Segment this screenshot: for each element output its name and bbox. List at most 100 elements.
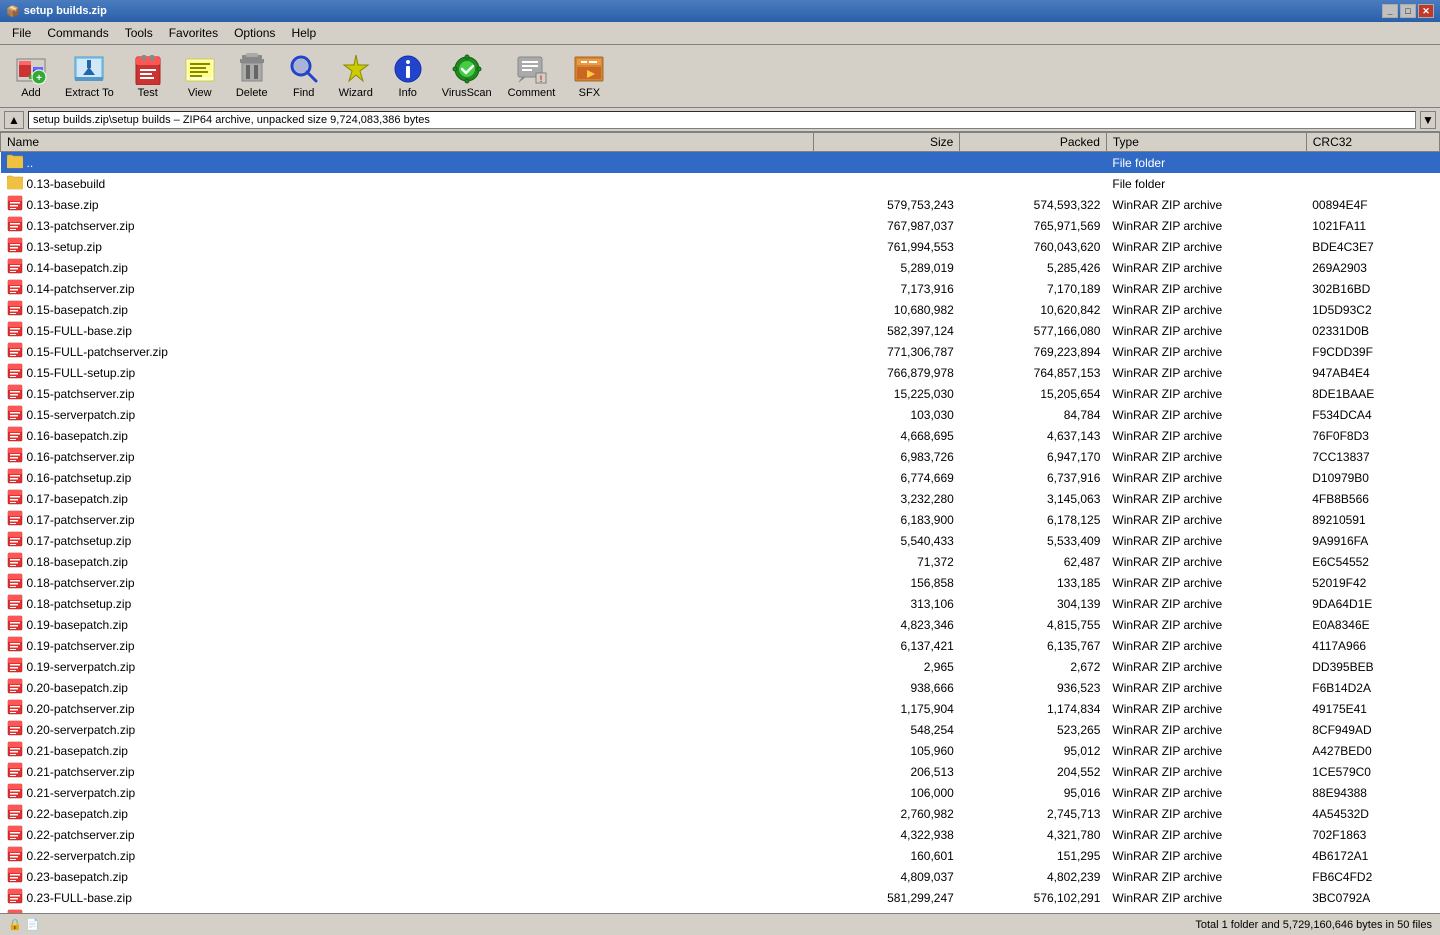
file-type: WinRAR ZIP archive [1106, 425, 1306, 446]
file-size: 579,753,243 [813, 194, 960, 215]
file-type: WinRAR ZIP archive [1106, 509, 1306, 530]
table-row[interactable]: 0.18-patchserver.zip156,858133,185WinRAR… [1, 572, 1440, 593]
file-packed: 151,295 [960, 845, 1107, 866]
file-name-cell: 0.16-patchserver.zip [1, 446, 814, 467]
wizard-button[interactable]: Wizard [331, 49, 381, 103]
file-size: 2,965 [813, 656, 960, 677]
minimize-button[interactable]: _ [1382, 4, 1398, 18]
column-type[interactable]: Type [1106, 133, 1306, 152]
test-label: Test [138, 87, 158, 99]
zip-icon [7, 531, 23, 550]
table-row[interactable]: 0.20-patchserver.zip1,175,9041,174,834Wi… [1, 698, 1440, 719]
file-name-text: 0.16-patchserver.zip [27, 450, 135, 464]
title-bar-controls[interactable]: _ □ ✕ [1382, 4, 1434, 18]
table-row[interactable]: 0.17-basepatch.zip3,232,2803,145,063WinR… [1, 488, 1440, 509]
table-row[interactable]: ..File folder [1, 152, 1440, 174]
menu-favorites[interactable]: Favorites [161, 24, 226, 42]
view-button[interactable]: View [175, 49, 225, 103]
table-row[interactable]: 0.22-basepatch.zip2,760,9822,745,713WinR… [1, 803, 1440, 824]
file-type: WinRAR ZIP archive [1106, 194, 1306, 215]
table-row[interactable]: 0.13-setup.zip761,994,553760,043,620WinR… [1, 236, 1440, 257]
table-row[interactable]: 0.15-serverpatch.zip103,03084,784WinRAR … [1, 404, 1440, 425]
file-type: WinRAR ZIP archive [1106, 719, 1306, 740]
zip-icon [7, 867, 23, 886]
folder-icon [7, 174, 23, 193]
close-button[interactable]: ✕ [1418, 4, 1434, 18]
menu-help[interactable]: Help [283, 24, 324, 42]
table-row[interactable]: 0.21-patchserver.zip206,513204,552WinRAR… [1, 761, 1440, 782]
file-crc: E0A8346E [1306, 614, 1439, 635]
table-row[interactable]: 0.16-patchserver.zip6,983,7266,947,170Wi… [1, 446, 1440, 467]
table-row[interactable]: 0.22-patchserver.zip4,322,9384,321,780Wi… [1, 824, 1440, 845]
file-type: WinRAR ZIP archive [1106, 446, 1306, 467]
info-button[interactable]: Info [383, 49, 433, 103]
table-row[interactable]: 0.14-patchserver.zip7,173,9167,170,189Wi… [1, 278, 1440, 299]
file-packed: 95,012 [960, 740, 1107, 761]
wizard-label: Wizard [339, 87, 373, 99]
table-row[interactable]: 0.19-patchserver.zip6,137,4216,135,767Wi… [1, 635, 1440, 656]
table-row[interactable]: 0.18-patchsetup.zip313,106304,139WinRAR … [1, 593, 1440, 614]
table-row[interactable]: 0.14-basepatch.zip5,289,0195,285,426WinR… [1, 257, 1440, 278]
file-type: WinRAR ZIP archive [1106, 404, 1306, 425]
table-row[interactable]: 0.15-FULL-base.zip582,397,124577,166,080… [1, 320, 1440, 341]
sfx-button[interactable]: SFX [564, 49, 614, 103]
table-row[interactable]: 0.17-patchserver.zip6,183,9006,178,125Wi… [1, 509, 1440, 530]
table-row[interactable]: 0.13-base.zip579,753,243574,593,322WinRA… [1, 194, 1440, 215]
file-name-text: 0.23-basepatch.zip [27, 870, 128, 884]
virus-scan-button[interactable]: VirusScan [435, 49, 499, 103]
table-row[interactable]: 0.13-patchserver.zip767,987,037765,971,5… [1, 215, 1440, 236]
table-row[interactable]: 0.18-basepatch.zip71,37262,487WinRAR ZIP… [1, 551, 1440, 572]
menu-commands[interactable]: Commands [39, 24, 116, 42]
add-button[interactable]: + Add [6, 49, 56, 103]
table-row[interactable]: 0.16-basepatch.zip4,668,6954,637,143WinR… [1, 425, 1440, 446]
column-name[interactable]: Name [1, 133, 814, 152]
extract-label: Extract To [65, 87, 114, 99]
table-row[interactable]: 0.15-basepatch.zip10,680,98210,620,842Wi… [1, 299, 1440, 320]
menu-tools[interactable]: Tools [117, 24, 161, 42]
table-row[interactable]: 0.17-patchsetup.zip5,540,4335,533,409Win… [1, 530, 1440, 551]
file-packed: 760,043,620 [960, 236, 1107, 257]
table-row[interactable]: 0.15-FULL-patchserver.zip771,306,787769,… [1, 341, 1440, 362]
column-packed[interactable]: Packed [960, 133, 1107, 152]
file-name-cell: 0.15-FULL-base.zip [1, 320, 814, 341]
menu-options[interactable]: Options [226, 24, 283, 42]
zip-icon [7, 741, 23, 760]
table-row[interactable]: 0.19-serverpatch.zip2,9652,672WinRAR ZIP… [1, 656, 1440, 677]
comment-button[interactable]: ! Comment [501, 49, 563, 103]
zip-icon [7, 636, 23, 655]
table-row[interactable]: 0.21-serverpatch.zip106,00095,016WinRAR … [1, 782, 1440, 803]
table-row[interactable]: 0.20-basepatch.zip938,666936,523WinRAR Z… [1, 677, 1440, 698]
table-row[interactable]: 0.19-basepatch.zip4,823,3464,815,755WinR… [1, 614, 1440, 635]
table-row[interactable]: 0.15-patchserver.zip15,225,03015,205,654… [1, 383, 1440, 404]
file-size: 1,175,904 [813, 698, 960, 719]
file-packed: 764,857,153 [960, 362, 1107, 383]
file-type: WinRAR ZIP archive [1106, 236, 1306, 257]
find-button[interactable]: Find [279, 49, 329, 103]
file-size: 6,183,900 [813, 509, 960, 530]
path-dropdown-button[interactable]: ▼ [1420, 111, 1436, 129]
file-type: WinRAR ZIP archive [1106, 593, 1306, 614]
file-size: 313,106 [813, 593, 960, 614]
path-up-button[interactable]: ▲ [4, 111, 24, 129]
delete-button[interactable]: Delete [227, 49, 277, 103]
test-button[interactable]: Test [123, 49, 173, 103]
table-row[interactable]: 0.23-basepatch.zip4,809,0374,802,239WinR… [1, 866, 1440, 887]
extract-to-button[interactable]: Extract To [58, 49, 121, 103]
file-name-text: 0.16-patchsetup.zip [27, 471, 132, 485]
maximize-button[interactable]: □ [1400, 4, 1416, 18]
title-bar-text: setup builds.zip [24, 5, 107, 17]
table-row[interactable]: 0.20-serverpatch.zip548,254523,265WinRAR… [1, 719, 1440, 740]
table-row[interactable]: 0.23-FULL-base.zip581,299,247576,102,291… [1, 887, 1440, 908]
table-row[interactable]: 0.15-FULL-setup.zip766,879,978764,857,15… [1, 362, 1440, 383]
file-crc: 4FB8B566 [1306, 488, 1439, 509]
menu-file[interactable]: File [4, 24, 39, 42]
table-row[interactable]: 0.21-basepatch.zip105,96095,012WinRAR ZI… [1, 740, 1440, 761]
table-row[interactable]: 0.22-serverpatch.zip160,601151,295WinRAR… [1, 845, 1440, 866]
column-size[interactable]: Size [813, 133, 960, 152]
status-icons: 🔒 📄 [8, 918, 39, 931]
table-row[interactable]: 0.16-patchsetup.zip6,774,6696,737,916Win… [1, 467, 1440, 488]
column-crc32[interactable]: CRC32 [1306, 133, 1439, 152]
file-name-text: 0.15-FULL-patchserver.zip [27, 345, 168, 359]
file-name-cell: 0.13-base.zip [1, 194, 814, 215]
table-row[interactable]: 0.13-basebuildFile folder [1, 173, 1440, 194]
